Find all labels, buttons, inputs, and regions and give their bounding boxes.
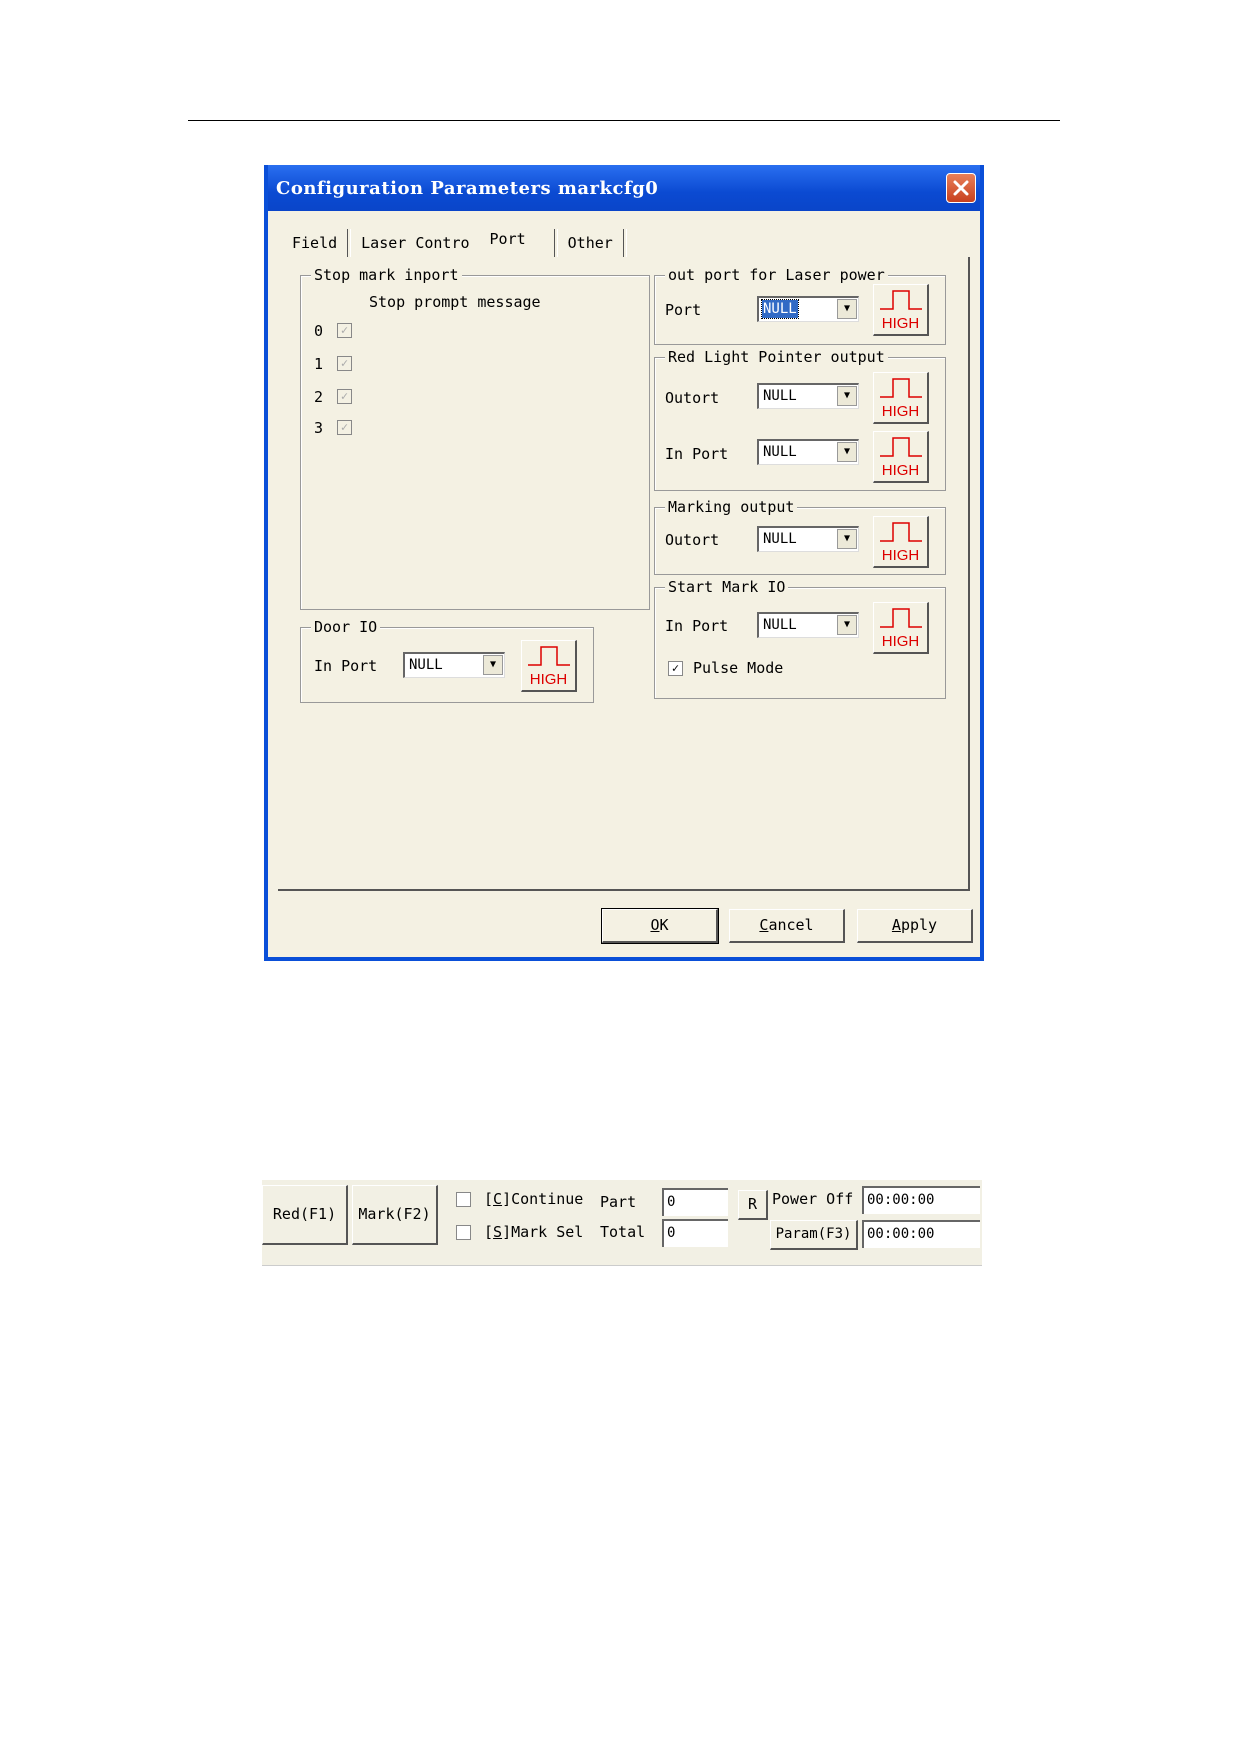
apply-button[interactable]: Apply bbox=[857, 909, 973, 943]
high-label: HIGH bbox=[881, 403, 920, 420]
stop-row-index: 3 bbox=[314, 419, 324, 437]
tab-other[interactable]: Other bbox=[558, 229, 623, 257]
marking-out-select[interactable]: NULL ▼ bbox=[757, 526, 859, 552]
door-high-button[interactable]: HIGH bbox=[521, 640, 577, 692]
dropdown-arrow-icon[interactable]: ▼ bbox=[837, 615, 857, 635]
dropdown-arrow-icon[interactable]: ▼ bbox=[837, 299, 857, 319]
high-label: HIGH bbox=[881, 633, 920, 650]
red-f1-button[interactable]: Red(F1) bbox=[262, 1185, 348, 1245]
high-label: HIGH bbox=[881, 315, 920, 332]
stop-row-checkbox[interactable]: ✓ bbox=[337, 323, 352, 338]
pulse-mode-label: Pulse Mode bbox=[693, 659, 784, 677]
param-f3-button[interactable]: Param(F3) bbox=[770, 1220, 858, 1250]
stop-row-checkbox[interactable]: ✓ bbox=[337, 356, 352, 371]
mark-sel-checkbox[interactable] bbox=[456, 1225, 471, 1240]
tab-strip: Field Laser Contro Port Other bbox=[282, 229, 627, 257]
continue-checkbox[interactable] bbox=[456, 1192, 471, 1207]
power-off-label: Power Off bbox=[772, 1190, 854, 1208]
group-title: Stop mark inport bbox=[311, 265, 462, 285]
start-high-button[interactable]: HIGH bbox=[873, 602, 929, 654]
tab-divider bbox=[622, 229, 627, 257]
column-header: Stop prompt message bbox=[369, 293, 541, 311]
start-mark-group: Start Mark IO In Port NULL ▼ HIGH ✓ Puls… bbox=[654, 577, 946, 699]
red-out-high-button[interactable]: HIGH bbox=[873, 372, 929, 424]
stop-mark-group: Stop mark inport Stop prompt message 0 ✓… bbox=[300, 265, 650, 610]
stop-row-index: 0 bbox=[314, 322, 324, 340]
total-field[interactable]: 0 bbox=[662, 1219, 728, 1247]
laser-high-button[interactable]: HIGH bbox=[873, 284, 929, 336]
group-title: Door IO bbox=[311, 617, 381, 637]
high-label: HIGH bbox=[881, 547, 920, 564]
group-title: Start Mark IO bbox=[665, 577, 789, 597]
group-title: Red Light Pointer output bbox=[665, 347, 888, 367]
dropdown-arrow-icon[interactable]: ▼ bbox=[837, 442, 857, 462]
high-label: HIGH bbox=[881, 462, 920, 479]
tab-field[interactable]: Field bbox=[282, 229, 347, 257]
start-in-port-select[interactable]: NULL ▼ bbox=[757, 612, 859, 638]
total-label: Total bbox=[600, 1223, 646, 1241]
high-pulse-icon bbox=[880, 608, 922, 628]
red-light-group: Red Light Pointer output Outort NULL ▼ H… bbox=[654, 347, 946, 491]
red-in-select[interactable]: NULL ▼ bbox=[757, 439, 859, 465]
red-out-label: Outort bbox=[665, 389, 720, 407]
marking-high-button[interactable]: HIGH bbox=[873, 516, 929, 568]
high-pulse-icon bbox=[880, 290, 922, 310]
dropdown-arrow-icon[interactable]: ▼ bbox=[483, 655, 503, 675]
tab-laser-control[interactable]: Laser Contro bbox=[351, 229, 479, 257]
door-in-port-select[interactable]: NULL ▼ bbox=[403, 652, 505, 678]
laser-port-label: Port bbox=[665, 301, 702, 319]
start-in-port-label: In Port bbox=[665, 617, 729, 635]
high-pulse-icon bbox=[880, 522, 922, 542]
title-bar[interactable]: Configuration Parameters markcfg0 bbox=[268, 165, 980, 211]
mark-sel-label: [S]Mark Sel bbox=[484, 1223, 584, 1241]
red-in-high-button[interactable]: HIGH bbox=[873, 431, 929, 483]
time-field-2: 00:00:00 bbox=[862, 1220, 980, 1248]
select-value: NULL bbox=[763, 388, 797, 404]
port-tab-panel: Stop mark inport Stop prompt message 0 ✓… bbox=[278, 257, 970, 891]
stop-row-checkbox[interactable]: ✓ bbox=[337, 389, 352, 404]
select-value: NULL bbox=[409, 657, 443, 673]
high-label: HIGH bbox=[529, 671, 568, 688]
pulse-mode-checkbox[interactable]: ✓ bbox=[668, 661, 683, 676]
stop-row-checkbox[interactable]: ✓ bbox=[337, 420, 352, 435]
close-button[interactable] bbox=[946, 173, 976, 203]
part-label: Part bbox=[600, 1193, 637, 1211]
high-pulse-icon bbox=[880, 437, 922, 457]
group-title: Marking output bbox=[665, 497, 798, 517]
time-field-1: 00:00:00 bbox=[862, 1186, 980, 1214]
high-pulse-icon bbox=[880, 378, 922, 398]
select-value: NULL bbox=[763, 531, 797, 547]
door-in-port-label: In Port bbox=[314, 657, 378, 675]
dropdown-arrow-icon[interactable]: ▼ bbox=[837, 386, 857, 406]
dropdown-arrow-icon[interactable]: ▼ bbox=[837, 529, 857, 549]
stop-row-index: 1 bbox=[314, 355, 324, 373]
dialog-client: Field Laser Contro Port Other Stop mark … bbox=[268, 211, 980, 957]
close-icon bbox=[953, 180, 969, 196]
mark-f2-button[interactable]: Mark(F2) bbox=[352, 1185, 438, 1245]
select-value: NULL bbox=[763, 444, 797, 460]
ok-button[interactable]: OK bbox=[601, 908, 719, 944]
red-in-label: In Port bbox=[665, 445, 729, 463]
high-pulse-icon bbox=[528, 646, 570, 666]
part-field[interactable]: 0 bbox=[662, 1188, 728, 1216]
laser-port-select[interactable]: NULL ▼ bbox=[757, 296, 859, 322]
laser-power-group: out port for Laser power Port NULL ▼ HIG… bbox=[654, 265, 946, 345]
select-value: NULL bbox=[763, 617, 797, 633]
tab-port[interactable]: Port bbox=[480, 225, 536, 253]
marking-out-label: Outort bbox=[665, 531, 720, 549]
page-rule bbox=[188, 120, 1060, 121]
marking-output-group: Marking output Outort NULL ▼ HIGH bbox=[654, 497, 946, 575]
reset-button[interactable]: R bbox=[738, 1190, 768, 1220]
config-dialog: Configuration Parameters markcfg0 Field … bbox=[264, 165, 984, 961]
cancel-button[interactable]: Cancel bbox=[729, 909, 845, 943]
select-value: NULL bbox=[761, 299, 799, 319]
dialog-title: Configuration Parameters markcfg0 bbox=[276, 178, 659, 199]
door-io-group: Door IO In Port NULL ▼ HIGH bbox=[300, 617, 594, 703]
stop-row-index: 2 bbox=[314, 388, 324, 406]
red-out-select[interactable]: NULL ▼ bbox=[757, 383, 859, 409]
continue-label: [C]Continue bbox=[484, 1190, 584, 1208]
group-title: out port for Laser power bbox=[665, 265, 888, 285]
mark-toolbar: Red(F1) Mark(F2) [C]Continue [S]Mark Sel… bbox=[262, 1180, 982, 1266]
